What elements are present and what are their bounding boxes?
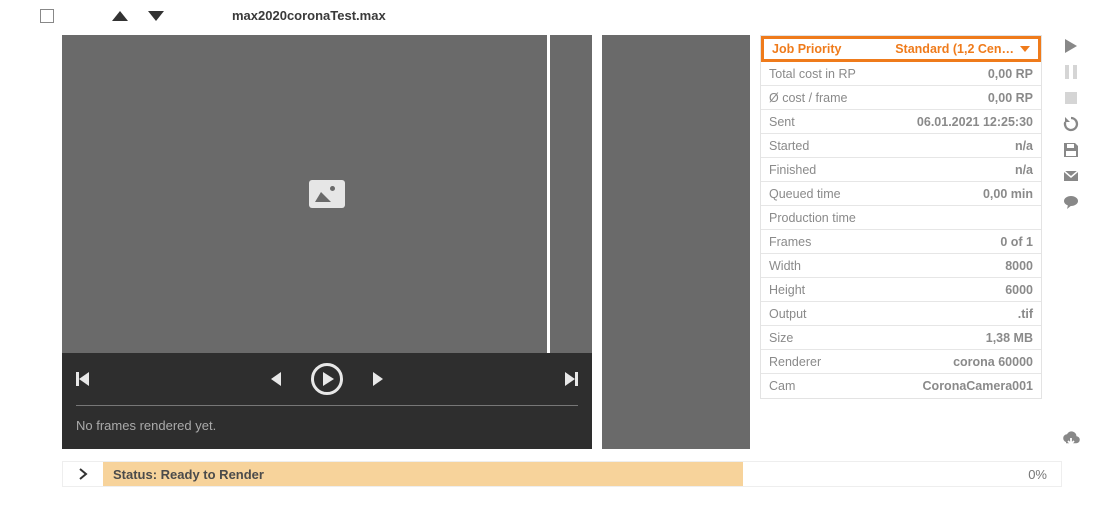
info-row: Queued time0,00 min <box>761 182 1041 206</box>
skip-end-button[interactable] <box>565 372 578 386</box>
info-row: Frames0 of 1 <box>761 230 1041 254</box>
move-up-icon[interactable] <box>112 11 128 21</box>
refresh-icon[interactable] <box>1062 115 1080 133</box>
sort-controls <box>112 11 164 21</box>
info-row: Output.tif <box>761 302 1041 326</box>
info-row: Startedn/a <box>761 134 1041 158</box>
preview-panel <box>62 35 592 353</box>
play-button[interactable] <box>311 363 343 395</box>
job-priority-row[interactable]: Job Priority Standard (1,2 Cen… <box>761 36 1041 62</box>
player-status: No frames rendered yet. <box>76 418 578 433</box>
info-row: Production time <box>761 206 1041 230</box>
player-controls <box>76 363 578 395</box>
timeline-slider[interactable] <box>76 405 578 406</box>
info-row: Renderercorona 60000 <box>761 350 1041 374</box>
select-checkbox[interactable] <box>40 9 54 23</box>
side-toolbar <box>1058 35 1084 449</box>
download-cloud-icon[interactable] <box>1061 431 1081 449</box>
player-bar: No frames rendered yet. <box>62 353 592 449</box>
expand-chevron-icon[interactable] <box>63 468 103 480</box>
chat-icon[interactable] <box>1062 193 1080 211</box>
info-row: Total cost in RP0,00 RP <box>761 62 1041 86</box>
skip-start-button[interactable] <box>76 372 89 386</box>
header-row: max2020coronaTest.max <box>0 0 1106 35</box>
status-bar: Status: Ready to Render 0% <box>62 461 1062 487</box>
info-row: Size1,38 MB <box>761 326 1041 350</box>
image-placeholder-icon <box>309 180 345 208</box>
secondary-preview <box>602 35 750 449</box>
main-area: No frames rendered yet. Job Priority Sta… <box>0 35 1106 449</box>
save-icon[interactable] <box>1062 141 1080 159</box>
info-row: Height6000 <box>761 278 1041 302</box>
info-row: Finishedn/a <box>761 158 1041 182</box>
pause-icon[interactable] <box>1062 63 1080 81</box>
start-render-icon[interactable] <box>1062 37 1080 55</box>
job-priority-value: Standard (1,2 Cen… <box>895 42 1030 56</box>
info-row: Width8000 <box>761 254 1041 278</box>
job-priority-label: Job Priority <box>772 42 841 56</box>
move-down-icon[interactable] <box>148 11 164 21</box>
status-percent: 0% <box>1028 467 1061 482</box>
status-text: Status: Ready to Render <box>103 462 743 486</box>
next-frame-button[interactable] <box>373 372 383 386</box>
preview-column: No frames rendered yet. <box>62 35 592 449</box>
prev-frame-button[interactable] <box>271 372 281 386</box>
chevron-down-icon <box>1020 46 1030 52</box>
stop-icon[interactable] <box>1062 89 1080 107</box>
job-info-column: Job Priority Standard (1,2 Cen… Total co… <box>760 35 1042 449</box>
info-row: CamCoronaCamera001 <box>761 374 1041 398</box>
info-row: Sent06.01.2021 12:25:30 <box>761 110 1041 134</box>
file-title: max2020coronaTest.max <box>232 8 386 23</box>
job-info-table: Job Priority Standard (1,2 Cen… Total co… <box>760 35 1042 399</box>
mail-icon[interactable] <box>1062 167 1080 185</box>
info-row: Ø cost / frame0,00 RP <box>761 86 1041 110</box>
preview-divider <box>547 35 550 353</box>
